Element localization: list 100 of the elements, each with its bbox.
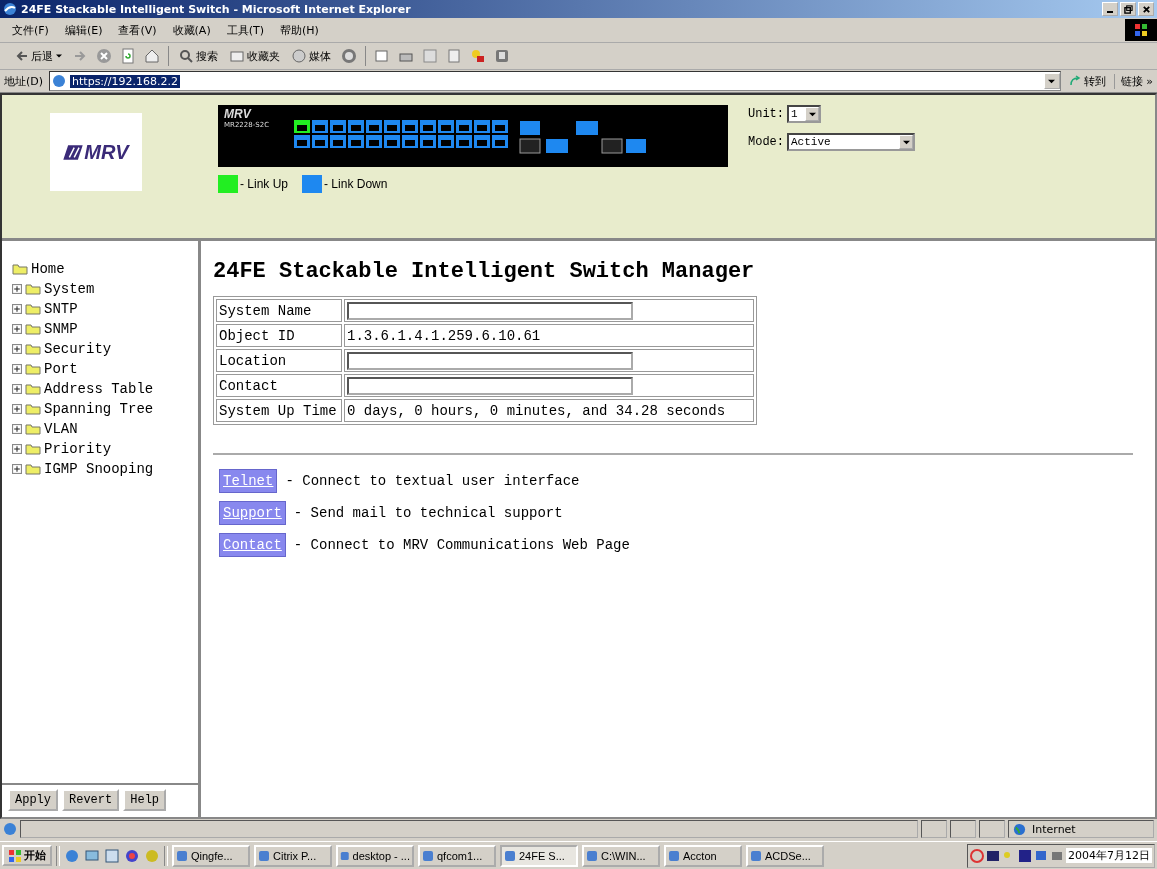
expand-icon[interactable] — [12, 304, 22, 314]
links-button[interactable]: 链接 » — [1113, 73, 1153, 89]
unit-select[interactable]: 1 — [787, 105, 821, 123]
dropdown-button[interactable] — [1043, 73, 1060, 89]
form-button[interactable]: Apply — [8, 789, 58, 811]
port-icon[interactable] — [294, 135, 310, 148]
menu-item[interactable]: 编辑(E) — [64, 22, 103, 38]
port-icon[interactable] — [456, 135, 472, 148]
folder-icon — [25, 423, 41, 435]
port-icon[interactable] — [330, 120, 346, 133]
port-icon[interactable] — [438, 120, 454, 133]
tree-item[interactable]: Home — [12, 259, 198, 279]
port-icon[interactable] — [474, 135, 490, 148]
tree-item[interactable]: IGMP Snooping — [12, 459, 198, 479]
restore-button[interactable] — [1120, 2, 1136, 16]
start-button[interactable]: 开始 — [2, 845, 52, 866]
taskbar-button[interactable]: 24FE S... — [500, 844, 578, 867]
menu-item[interactable]: 工具(T) — [226, 22, 264, 38]
taskbar-button[interactable]: Accton — [664, 844, 742, 867]
address-field[interactable]: https://192.168.2.2 — [49, 71, 1061, 91]
tree-item[interactable]: SNTP — [12, 299, 198, 319]
folder-icon — [25, 343, 41, 355]
menu-item[interactable]: 文件(F) — [12, 22, 49, 38]
go-button[interactable]: 转到 — [1066, 73, 1108, 89]
app-icon — [176, 849, 188, 862]
port-icon[interactable] — [456, 120, 472, 133]
mail-icon[interactable] — [374, 48, 390, 64]
tree-item[interactable]: VLAN — [12, 419, 198, 439]
window-title: 24FE Stackable Intelligent Switch - Microsoft Internet Explorer — [21, 2, 411, 16]
monitor-icon[interactable] — [1034, 848, 1048, 863]
port-icon[interactable] — [366, 135, 382, 148]
port-icon[interactable] — [402, 120, 418, 133]
expand-icon[interactable] — [12, 324, 22, 334]
tree-item[interactable]: System — [12, 279, 198, 299]
port-icon[interactable] — [492, 135, 508, 148]
favorites-button[interactable]: 收藏夹 — [228, 48, 282, 64]
form-button[interactable]: Help — [123, 789, 167, 811]
expand-icon[interactable] — [12, 344, 22, 354]
form-button[interactable]: Revert — [62, 789, 120, 811]
mode-select[interactable]: Active — [787, 133, 915, 151]
messenger-icon[interactable] — [470, 48, 486, 64]
browser-icon[interactable] — [64, 847, 80, 864]
port-icon[interactable] — [474, 120, 490, 133]
globe-icon[interactable] — [124, 847, 140, 864]
expand-icon[interactable] — [12, 424, 22, 434]
expand-icon[interactable] — [12, 384, 22, 394]
port-icon[interactable] — [330, 135, 346, 148]
home-icon[interactable] — [144, 48, 160, 64]
tree-item[interactable]: Port — [12, 359, 198, 379]
port-icon[interactable] — [366, 120, 382, 133]
taskbar-button[interactable]: Citrix P... — [254, 844, 332, 867]
refresh-icon[interactable] — [120, 48, 136, 64]
input-field[interactable] — [347, 351, 633, 370]
port-icon[interactable] — [348, 120, 364, 133]
page-heading: 24FE Stackable Intelligent Switch Manager — [213, 259, 756, 284]
tree-item[interactable]: Priority — [12, 439, 198, 459]
expand-icon[interactable] — [12, 364, 22, 374]
history-icon[interactable] — [341, 48, 357, 64]
media-button[interactable]: 媒体 — [290, 48, 333, 64]
port-icon[interactable] — [438, 135, 454, 148]
port-icon[interactable] — [420, 120, 436, 133]
expand-icon[interactable] — [12, 404, 22, 414]
tree-item[interactable]: Security — [12, 339, 198, 359]
menu-item[interactable]: 查看(V) — [118, 22, 157, 38]
port-icon[interactable] — [492, 120, 508, 133]
port-icon[interactable] — [312, 135, 328, 148]
dropdown-button[interactable] — [805, 107, 819, 121]
taskbar-button[interactable]: Qingfe... — [172, 844, 250, 867]
expand-icon[interactable] — [12, 444, 22, 454]
menu-item[interactable]: 帮助(H) — [280, 22, 319, 38]
input-field[interactable] — [347, 376, 633, 395]
port-icon[interactable] — [384, 135, 400, 148]
language-icon[interactable] — [1018, 848, 1032, 863]
taskbar-button[interactable]: desktop - ... — [336, 844, 414, 867]
port-icon[interactable] — [312, 120, 328, 133]
dropdown-button[interactable] — [899, 135, 913, 149]
network-icon[interactable] — [986, 848, 1000, 863]
table-cell: Object ID — [216, 324, 342, 347]
device-icon[interactable] — [494, 48, 510, 64]
minimize-button[interactable] — [1102, 2, 1118, 16]
tree-item[interactable]: Spanning Tree — [12, 399, 198, 419]
port-icon[interactable] — [402, 135, 418, 148]
taskbar-button[interactable]: C:\WIN... — [582, 844, 660, 867]
close-button[interactable] — [1138, 2, 1154, 16]
stop-icon[interactable] — [96, 48, 112, 64]
expand-icon[interactable] — [12, 464, 22, 474]
port-icon[interactable] — [384, 120, 400, 133]
folder-icon — [230, 49, 244, 63]
menu-item[interactable]: 收藏(A) — [172, 22, 211, 38]
port-icon[interactable] — [420, 135, 436, 148]
search-button[interactable]: 搜索 — [177, 48, 220, 64]
tree-item[interactable]: SNMP — [12, 319, 198, 339]
back-button[interactable]: 后退 — [14, 48, 64, 64]
port-icon[interactable] — [348, 135, 364, 148]
input-field[interactable] — [347, 301, 633, 320]
taskbar-button[interactable]: ACDSe... — [746, 844, 824, 867]
port-icon[interactable] — [294, 120, 310, 133]
expand-icon[interactable] — [12, 284, 22, 294]
taskbar-button[interactable]: qfcom1... — [418, 844, 496, 867]
tree-item[interactable]: Address Table — [12, 379, 198, 399]
